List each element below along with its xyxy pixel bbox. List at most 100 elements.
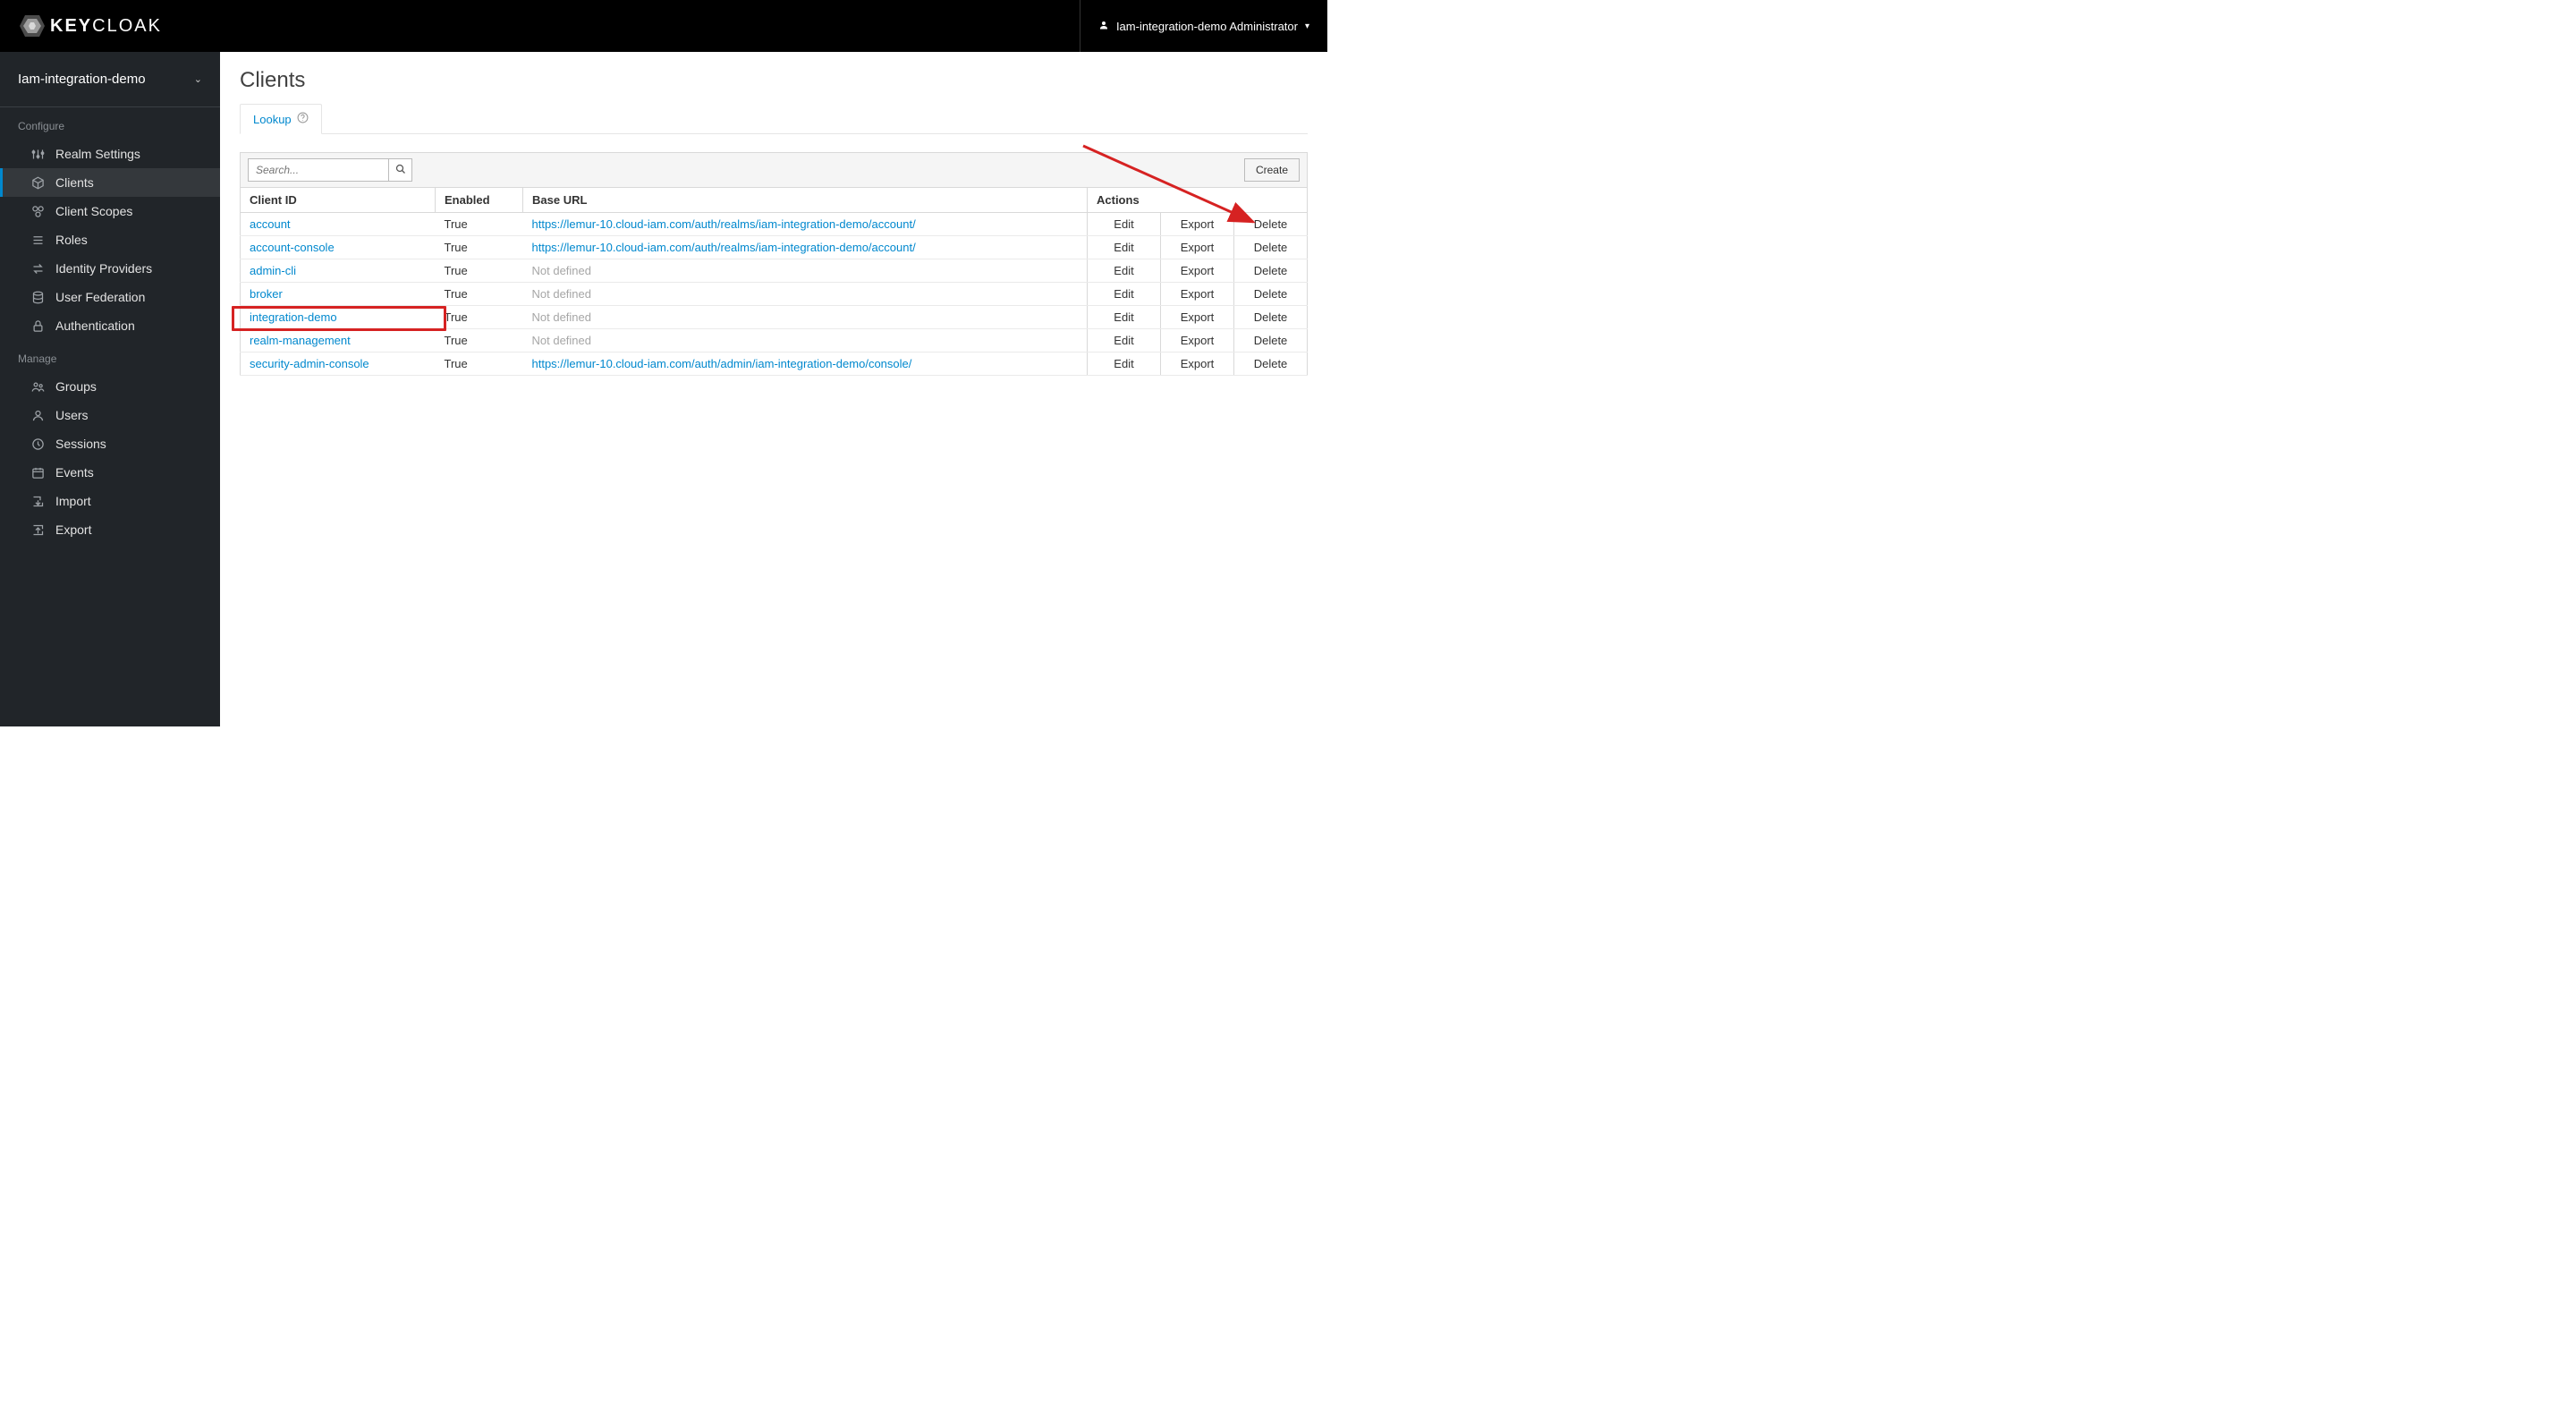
client-link[interactable]: realm-management <box>250 334 351 347</box>
export-action[interactable]: Export <box>1161 213 1234 236</box>
search-icon <box>395 164 406 177</box>
client-link[interactable]: account-console <box>250 241 335 254</box>
sidebar-section-manage: Manage <box>0 340 220 372</box>
cell-client-id: account <box>241 213 436 236</box>
base-url-link[interactable]: https://lemur-10.cloud-iam.com/auth/admi… <box>532 357 912 370</box>
groups-icon <box>30 379 45 394</box>
sidebar-item-roles[interactable]: Roles <box>0 225 220 254</box>
tab-lookup[interactable]: Lookup <box>240 104 322 134</box>
sidebar-item-realm-settings[interactable]: Realm Settings <box>0 140 220 168</box>
cell-enabled: True <box>436 283 523 306</box>
cell-client-id: integration-demo <box>241 306 436 329</box>
sidebar-item-authentication[interactable]: Authentication <box>0 311 220 340</box>
import-icon <box>30 494 45 508</box>
sidebar-item-groups[interactable]: Groups <box>0 372 220 401</box>
sidebar-item-clients[interactable]: Clients <box>0 168 220 197</box>
tabs: Lookup <box>240 104 1308 134</box>
delete-action[interactable]: Delete <box>1234 259 1308 283</box>
create-button[interactable]: Create <box>1244 158 1300 182</box>
export-action[interactable]: Export <box>1161 352 1234 376</box>
edit-action[interactable]: Edit <box>1088 306 1161 329</box>
cell-client-id: account-console <box>241 236 436 259</box>
sidebar-item-label: User Federation <box>55 290 145 304</box>
table-row: admin-cli True Not defined EditExportDelete <box>241 259 1308 283</box>
brand-name: KEYCLOAK <box>50 16 162 37</box>
sidebar-item-sessions[interactable]: Sessions <box>0 429 220 458</box>
cell-enabled: True <box>436 352 523 376</box>
not-defined-label: Not defined <box>532 287 592 301</box>
brand-logo[interactable]: KEYCLOAK <box>18 12 162 40</box>
delete-action[interactable]: Delete <box>1234 306 1308 329</box>
main-content: Clients Lookup Create <box>220 52 1327 726</box>
user-icon <box>1098 20 1109 33</box>
sidebar-item-events[interactable]: Events <box>0 458 220 487</box>
list-icon <box>30 233 45 247</box>
edit-action[interactable]: Edit <box>1088 329 1161 352</box>
client-link[interactable]: account <box>250 217 291 231</box>
client-link[interactable]: integration-demo <box>250 310 337 324</box>
edit-action[interactable]: Edit <box>1088 213 1161 236</box>
cell-client-id: realm-management <box>241 329 436 352</box>
calendar-icon <box>30 465 45 480</box>
edit-action[interactable]: Edit <box>1088 236 1161 259</box>
user-icon <box>30 408 45 422</box>
cell-base-url: https://lemur-10.cloud-iam.com/auth/real… <box>523 236 1088 259</box>
topbar: KEYCLOAK Iam-integration-demo Administra… <box>0 0 1327 52</box>
sidebar: Iam-integration-demo ⌄ Configure Realm S… <box>0 52 220 726</box>
sidebar-item-label: Users <box>55 408 89 422</box>
lock-icon <box>30 319 45 333</box>
delete-action[interactable]: Delete <box>1234 352 1308 376</box>
help-icon[interactable] <box>297 112 309 126</box>
client-link[interactable]: broker <box>250 287 283 301</box>
delete-action[interactable]: Delete <box>1234 283 1308 306</box>
db-icon <box>30 290 45 304</box>
chevron-down-icon: ▾ <box>1305 21 1309 31</box>
user-menu[interactable]: Iam-integration-demo Administrator ▾ <box>1080 0 1309 52</box>
export-action[interactable]: Export <box>1161 236 1234 259</box>
col-actions: Actions <box>1088 188 1308 213</box>
cell-base-url: https://lemur-10.cloud-iam.com/auth/admi… <box>523 352 1088 376</box>
edit-action[interactable]: Edit <box>1088 283 1161 306</box>
tab-lookup-label: Lookup <box>253 113 292 126</box>
sidebar-item-identity-providers[interactable]: Identity Providers <box>0 254 220 283</box>
export-action[interactable]: Export <box>1161 259 1234 283</box>
sidebar-item-client-scopes[interactable]: Client Scopes <box>0 197 220 225</box>
export-icon <box>30 522 45 537</box>
delete-action[interactable]: Delete <box>1234 329 1308 352</box>
export-action[interactable]: Export <box>1161 283 1234 306</box>
delete-action[interactable]: Delete <box>1234 236 1308 259</box>
client-link[interactable]: admin-cli <box>250 264 296 277</box>
delete-action[interactable]: Delete <box>1234 213 1308 236</box>
sidebar-item-label: Events <box>55 465 94 480</box>
sidebar-item-label: Roles <box>55 233 88 247</box>
export-action[interactable]: Export <box>1161 306 1234 329</box>
edit-action[interactable]: Edit <box>1088 259 1161 283</box>
export-action[interactable]: Export <box>1161 329 1234 352</box>
cell-enabled: True <box>436 259 523 283</box>
edit-action[interactable]: Edit <box>1088 352 1161 376</box>
search-button[interactable] <box>389 158 412 182</box>
not-defined-label: Not defined <box>532 264 592 277</box>
cell-client-id: security-admin-console <box>241 352 436 376</box>
sidebar-item-label: Authentication <box>55 319 135 333</box>
sidebar-item-label: Realm Settings <box>55 147 140 161</box>
table-row: security-admin-console True https://lemur-… <box>241 352 1308 376</box>
realm-selector[interactable]: Iam-integration-demo ⌄ <box>0 52 220 107</box>
sidebar-item-import[interactable]: Import <box>0 487 220 515</box>
client-link[interactable]: security-admin-console <box>250 357 369 370</box>
sidebar-item-user-federation[interactable]: User Federation <box>0 283 220 311</box>
sidebar-item-label: Groups <box>55 379 97 394</box>
col-base-url: Base URL <box>523 188 1088 213</box>
col-client-id: Client ID <box>241 188 436 213</box>
search-input[interactable] <box>248 158 389 182</box>
cell-base-url: Not defined <box>523 306 1088 329</box>
cell-base-url: https://lemur-10.cloud-iam.com/auth/real… <box>523 213 1088 236</box>
not-defined-label: Not defined <box>532 334 592 347</box>
cell-enabled: True <box>436 329 523 352</box>
sidebar-item-export[interactable]: Export <box>0 515 220 544</box>
swap-icon <box>30 261 45 276</box>
sidebar-item-users[interactable]: Users <box>0 401 220 429</box>
base-url-link[interactable]: https://lemur-10.cloud-iam.com/auth/real… <box>532 241 916 254</box>
cell-enabled: True <box>436 306 523 329</box>
base-url-link[interactable]: https://lemur-10.cloud-iam.com/auth/real… <box>532 217 916 231</box>
